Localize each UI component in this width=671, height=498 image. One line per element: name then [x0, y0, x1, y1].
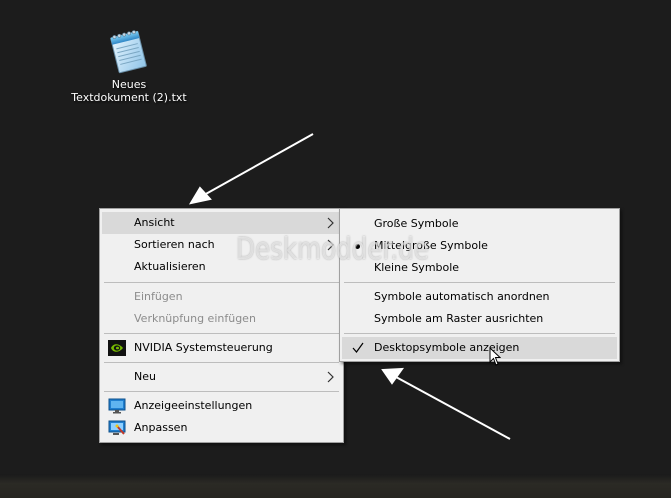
arrow-head-desktopsymbole [381, 367, 405, 385]
menu-item-verknuepfung-einfuegen: Verknüpfung einfügen [102, 308, 341, 330]
submenu-item-label: Symbole am Raster ausrichten [374, 312, 544, 325]
chevron-right-icon [327, 371, 334, 383]
menu-separator [104, 333, 339, 334]
nvidia-icon [108, 340, 126, 356]
menu-item-anpassen[interactable]: Anpassen [102, 417, 341, 439]
menu-separator [344, 282, 615, 283]
menu-item-label: Aktualisieren [134, 260, 206, 273]
menu-separator [344, 333, 615, 334]
chevron-right-icon [327, 217, 334, 229]
submenu-item-label: Symbole automatisch anordnen [374, 290, 550, 303]
menu-separator [104, 282, 339, 283]
arrow-to-desktopsymbole [395, 376, 511, 440]
menu-item-label: NVIDIA Systemsteuerung [134, 341, 273, 354]
menu-separator [104, 362, 339, 363]
submenu-item-desktopsymbole-anzeigen[interactable]: Desktopsymbole anzeigen [342, 337, 617, 359]
personalize-icon [108, 420, 126, 435]
menu-item-ansicht[interactable]: Ansicht [102, 212, 341, 234]
submenu-item-raster-ausrichten[interactable]: Symbole am Raster ausrichten [342, 308, 617, 330]
menu-item-einfuegen: Einfügen [102, 286, 341, 308]
menu-item-label: Neu [134, 370, 156, 383]
menu-item-label: Sortieren nach [134, 238, 215, 251]
menu-item-nvidia-systemsteuerung[interactable]: NVIDIA Systemsteuerung [102, 337, 341, 359]
menu-item-anzeigeeinstellungen[interactable]: Anzeigeeinstellungen [102, 395, 341, 417]
watermark: Deskmodder.de [236, 232, 429, 267]
menu-item-label: Anzeigeeinstellungen [134, 399, 253, 412]
submenu-item-automatisch-anordnen[interactable]: Symbole automatisch anordnen [342, 286, 617, 308]
checkmark-icon [352, 342, 364, 353]
menu-item-label: Verknüpfung einfügen [134, 312, 256, 325]
arrow-to-ansicht [203, 133, 314, 196]
menu-item-label: Einfügen [134, 290, 183, 303]
mouse-cursor-icon [489, 347, 501, 366]
arrow-head-ansicht [188, 186, 212, 205]
menu-item-label: Anpassen [134, 421, 188, 434]
menu-item-label: Ansicht [134, 216, 175, 229]
display-settings-icon [108, 398, 126, 414]
menu-separator [104, 391, 339, 392]
menu-item-neu[interactable]: Neu [102, 366, 341, 388]
